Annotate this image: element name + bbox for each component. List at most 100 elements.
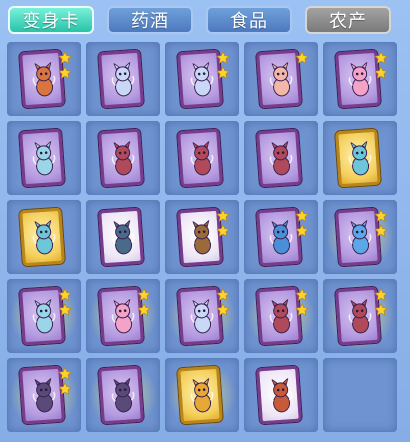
inventory-slot[interactable]: [244, 42, 318, 116]
star-icon: [58, 381, 72, 395]
star-icon: [374, 287, 388, 301]
star-icon: [295, 287, 309, 301]
creature-figure-icon: [32, 298, 56, 334]
ghost-lady-card-icon: [98, 365, 144, 425]
category-tabs: 变身卡 药酒 食品 农产: [0, 0, 410, 40]
inventory-slot[interactable]: [323, 42, 397, 116]
star-icon: [216, 287, 230, 301]
inventory-slot[interactable]: [7, 42, 81, 116]
creature-figure-icon: [111, 298, 135, 334]
creature-figure-icon: [32, 219, 56, 255]
inventory-panel: 变身卡 药酒 食品 农产: [0, 0, 410, 442]
fairy-girl-card-icon: [19, 207, 65, 267]
creature-figure-icon: [269, 377, 293, 413]
inventory-slot[interactable]: [86, 42, 160, 116]
inventory-slot[interactable]: [165, 200, 239, 274]
creature-figure-icon: [269, 61, 293, 97]
inventory-slot[interactable]: [7, 121, 81, 195]
creature-figure-icon: [111, 61, 135, 97]
star-rating: [58, 287, 74, 317]
inventory-slot[interactable]: [323, 121, 397, 195]
inventory-slot[interactable]: [244, 200, 318, 274]
star-icon: [58, 50, 72, 64]
empty-slot[interactable]: [323, 358, 397, 432]
star-icon: [58, 65, 72, 79]
bat-demon-card-icon: [98, 128, 144, 188]
star-rating: [58, 50, 74, 80]
star-icon: [137, 302, 151, 316]
inventory-slot[interactable]: [244, 121, 318, 195]
star-rating: [374, 208, 390, 238]
star-rating: [216, 208, 232, 238]
inventory-slot[interactable]: [86, 200, 160, 274]
star-icon: [216, 65, 230, 79]
creature-figure-icon: [111, 219, 135, 255]
star-icon: [137, 287, 151, 301]
star-icon: [216, 208, 230, 222]
star-icon: [374, 50, 388, 64]
creature-figure-icon: [111, 377, 135, 413]
star-icon: [216, 223, 230, 237]
inventory-slot[interactable]: [165, 279, 239, 353]
star-rating: [58, 366, 74, 396]
creature-figure-icon: [348, 298, 372, 334]
tab-transform-cards[interactable]: 变身卡: [8, 6, 94, 34]
inventory-slot[interactable]: [86, 279, 160, 353]
creature-figure-icon: [190, 140, 214, 176]
golden-deer-card-icon: [177, 365, 223, 425]
star-icon: [216, 302, 230, 316]
star-rating: [295, 287, 311, 317]
creature-figure-icon: [32, 377, 56, 413]
tab-food[interactable]: 食品: [206, 6, 292, 34]
star-icon: [58, 302, 72, 316]
star-icon: [295, 50, 309, 64]
inventory-slot[interactable]: [323, 279, 397, 353]
creature-figure-icon: [190, 219, 214, 255]
star-icon: [295, 223, 309, 237]
creature-figure-icon: [32, 140, 56, 176]
star-icon: [295, 208, 309, 222]
old-monk-card-icon: [256, 365, 302, 425]
creature-figure-icon: [348, 61, 372, 97]
creature-figure-icon: [348, 219, 372, 255]
inventory-slot[interactable]: [165, 42, 239, 116]
inventory-slot[interactable]: [244, 279, 318, 353]
star-icon: [374, 208, 388, 222]
inventory-slot[interactable]: [165, 358, 239, 432]
inventory-slot[interactable]: [86, 358, 160, 432]
star-rating: [374, 50, 390, 80]
star-rating: [216, 287, 232, 317]
star-rating: [295, 208, 311, 238]
armored-warrior-card-icon: [98, 207, 144, 267]
bat-demon-card-icon: [256, 128, 302, 188]
star-icon: [58, 366, 72, 380]
creature-figure-icon: [32, 61, 56, 97]
star-rating: [216, 50, 232, 80]
star-icon: [374, 302, 388, 316]
inventory-slot[interactable]: [323, 200, 397, 274]
star-icon: [374, 65, 388, 79]
creature-figure-icon: [269, 219, 293, 255]
creature-figure-icon: [190, 61, 214, 97]
creature-figure-icon: [269, 140, 293, 176]
inventory-slot[interactable]: [244, 358, 318, 432]
inventory-slot[interactable]: [7, 279, 81, 353]
white-horse-card-icon: [98, 49, 144, 109]
star-icon: [295, 302, 309, 316]
creature-figure-icon: [190, 298, 214, 334]
creature-figure-icon: [269, 298, 293, 334]
star-rating: [137, 287, 153, 317]
inventory-slot[interactable]: [7, 200, 81, 274]
inventory-slot[interactable]: [86, 121, 160, 195]
creature-figure-icon: [190, 377, 214, 413]
star-icon: [374, 223, 388, 237]
star-rating: [295, 50, 311, 65]
tab-farm-produce[interactable]: 农产: [305, 6, 391, 34]
inventory-slot[interactable]: [165, 121, 239, 195]
bat-demon-card-icon: [177, 128, 223, 188]
tab-medicinal-wine[interactable]: 药酒: [107, 6, 193, 34]
star-icon: [58, 287, 72, 301]
inventory-slot[interactable]: [7, 358, 81, 432]
creature-figure-icon: [111, 140, 135, 176]
fairy-card-icon: [19, 128, 65, 188]
